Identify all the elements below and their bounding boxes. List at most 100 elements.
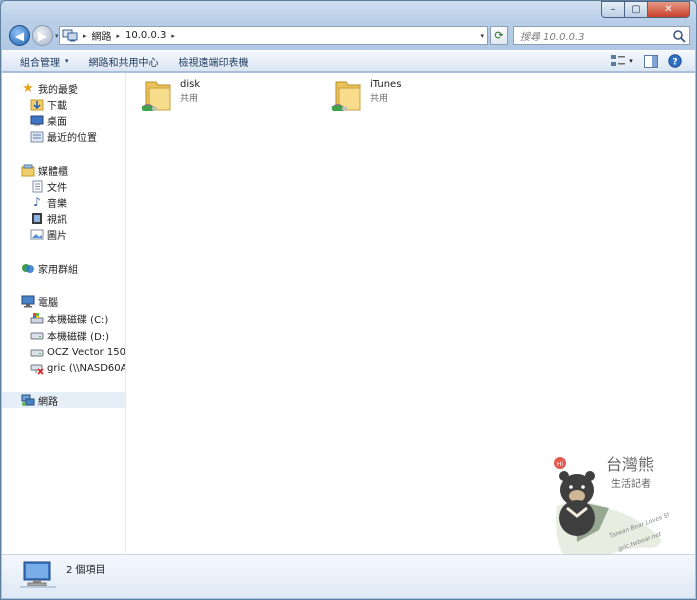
downloads-folder-icon: [30, 99, 44, 110]
shared-folder-icon: [141, 81, 171, 111]
network-icon: [62, 29, 78, 42]
share-item-itunes[interactable]: iTunes 共用: [330, 78, 401, 114]
network-center-label: 網路和共用中心: [88, 57, 159, 69]
caption-buttons: – ▢ ✕: [601, 1, 690, 18]
tree-libraries[interactable]: 媒體櫃: [21, 162, 68, 178]
tree-favorites-label: 我的最愛: [38, 84, 78, 96]
tree-favorites[interactable]: ★ 我的最愛: [21, 80, 78, 96]
chevron-right-icon[interactable]: ▸: [83, 32, 87, 40]
item-type: 共用: [370, 94, 389, 104]
tree-drive-d-label: 本機磁碟 (D:): [47, 331, 110, 343]
close-button[interactable]: ✕: [648, 1, 690, 18]
breadcrumb-host[interactable]: 10.0.0.3: [125, 30, 166, 41]
tree-drive-c-label: 本機磁碟 (C:): [47, 314, 109, 326]
tree-drive-d[interactable]: 本機磁碟 (D:): [30, 327, 109, 343]
desktop-icon: [30, 115, 44, 125]
chevron-right-icon[interactable]: ▸: [117, 32, 121, 40]
tree-drive-ocz[interactable]: OCZ Vector 150 24: [30, 344, 126, 360]
tree-drive-c[interactable]: 本機磁碟 (C:): [30, 310, 108, 326]
svg-text:生活記者: 生活記者: [611, 477, 651, 490]
view-printers-label: 檢視遠端印表機: [178, 57, 249, 69]
star-icon: ★: [22, 80, 34, 96]
tree-music-label: 音樂: [47, 198, 67, 210]
arrow-left-icon: ◀: [14, 28, 25, 43]
preview-pane-icon: [644, 54, 658, 68]
taiwan-bear-watermark-logo: Hi 台灣熊 生活記者 Taiwan Bear Loves Sharing gr…: [554, 455, 669, 561]
breadcrumb-network[interactable]: 網路: [92, 28, 112, 43]
command-bar: 組合管理 ▾ 網路和共用中心 檢視遠端印表機 ▾ ?: [2, 50, 695, 72]
drive-icon: [30, 349, 44, 356]
minimize-button[interactable]: –: [601, 1, 625, 18]
tree-computer-label: 電腦: [38, 297, 58, 309]
tree-network-label: 網路: [38, 396, 58, 408]
details-pane: 2 個項目: [2, 554, 695, 598]
tree-homegroup[interactable]: 家用群組: [21, 260, 78, 276]
tree-network[interactable]: 網路: [2, 392, 125, 408]
view-caret: ▾: [629, 57, 633, 65]
music-icon: ♪: [33, 195, 41, 209]
tree-pictures-label: 圖片: [47, 230, 67, 242]
tree-homegroup-label: 家用群組: [38, 264, 78, 276]
tree-network-drive[interactable]: gric (\\NASD60A31: [30, 360, 125, 376]
back-button[interactable]: ◀: [9, 25, 30, 46]
address-dropdown-icon[interactable]: ▾: [480, 32, 484, 40]
tree-videos[interactable]: 視訊: [30, 210, 67, 226]
tree-recent[interactable]: 最近的位置: [30, 128, 97, 144]
navigation-pane: ★ 我的最愛 下載 桌面 最近的位置 媒體櫃 文件 ♪ 音樂 視訊 圖片 家用群…: [2, 73, 126, 554]
tree-desktop-label: 桌面: [47, 116, 67, 128]
tree-recent-label: 最近的位置: [47, 132, 97, 144]
chevron-right-icon[interactable]: ▸: [171, 32, 175, 40]
computer-icon: [21, 295, 35, 307]
tree-downloads-label: 下載: [47, 100, 67, 112]
arrow-right-icon: ▶: [37, 28, 48, 43]
search-input[interactable]: 搜尋 10.0.0.3: [520, 28, 672, 43]
tree-desktop[interactable]: 桌面: [30, 112, 67, 128]
svg-text:Hi: Hi: [557, 461, 564, 468]
maximize-button[interactable]: ▢: [625, 1, 648, 18]
item-name: iTunes: [370, 79, 402, 90]
tree-computer[interactable]: 電腦: [21, 293, 58, 309]
svg-text:?: ?: [672, 58, 677, 68]
disconnected-network-drive-icon: [30, 364, 44, 375]
tree-drive-ocz-label: OCZ Vector 150 24: [47, 346, 126, 358]
video-icon: [32, 212, 42, 224]
help-button[interactable]: ?: [667, 54, 683, 68]
documents-icon: [32, 180, 43, 192]
network-icon: [21, 394, 35, 406]
tree-videos-label: 視訊: [47, 214, 67, 226]
network-center-button[interactable]: 網路和共用中心: [79, 54, 169, 69]
drive-icon: [30, 332, 44, 339]
tree-documents-label: 文件: [47, 182, 67, 194]
search-box[interactable]: 搜尋 10.0.0.3: [513, 26, 690, 45]
tree-documents[interactable]: 文件: [30, 178, 67, 194]
toolbar-right: ▾ ?: [601, 54, 683, 68]
explorer-window: – ▢ ✕ ◀ ▶ ▾ ▸ 網路 ▸ 10.0.0.3 ▸ ▾ ⟳ 搜尋 10.…: [0, 0, 697, 600]
organize-button[interactable]: 組合管理 ▾: [2, 54, 79, 69]
help-icon: ?: [668, 54, 682, 68]
refresh-button[interactable]: ⟳: [490, 26, 508, 45]
item-count: 2 個項目: [66, 565, 106, 576]
view-printers-button[interactable]: 檢視遠端印表機: [169, 54, 259, 69]
item-type: 共用: [180, 94, 199, 104]
library-icon: [21, 164, 35, 176]
tree-network-drive-label: gric (\\NASD60A31: [47, 362, 125, 374]
chevron-down-icon: ▾: [65, 57, 69, 65]
address-bar[interactable]: ▸ 網路 ▸ 10.0.0.3 ▸ ▾: [59, 26, 488, 45]
tree-libraries-label: 媒體櫃: [38, 166, 68, 178]
view-options-icon: [611, 55, 626, 66]
navigation-buttons: ◀ ▶ ▾: [9, 25, 64, 46]
network-computer-icon: [20, 561, 56, 588]
view-options-button[interactable]: ▾: [609, 54, 635, 68]
system-drive-icon: [30, 312, 44, 323]
tree-music[interactable]: ♪ 音樂: [30, 194, 67, 210]
organize-label: 組合管理: [20, 57, 60, 69]
share-item-disk[interactable]: disk 共用: [140, 78, 200, 114]
search-icon[interactable]: [672, 29, 686, 43]
preview-pane-button[interactable]: [643, 54, 659, 68]
pictures-icon: [30, 229, 44, 239]
tree-downloads[interactable]: 下載: [30, 96, 67, 112]
svg-text:台灣熊: 台灣熊: [606, 455, 654, 474]
shared-folder-icon: [331, 81, 361, 111]
tree-pictures[interactable]: 圖片: [30, 226, 67, 242]
forward-button[interactable]: ▶: [32, 25, 53, 46]
